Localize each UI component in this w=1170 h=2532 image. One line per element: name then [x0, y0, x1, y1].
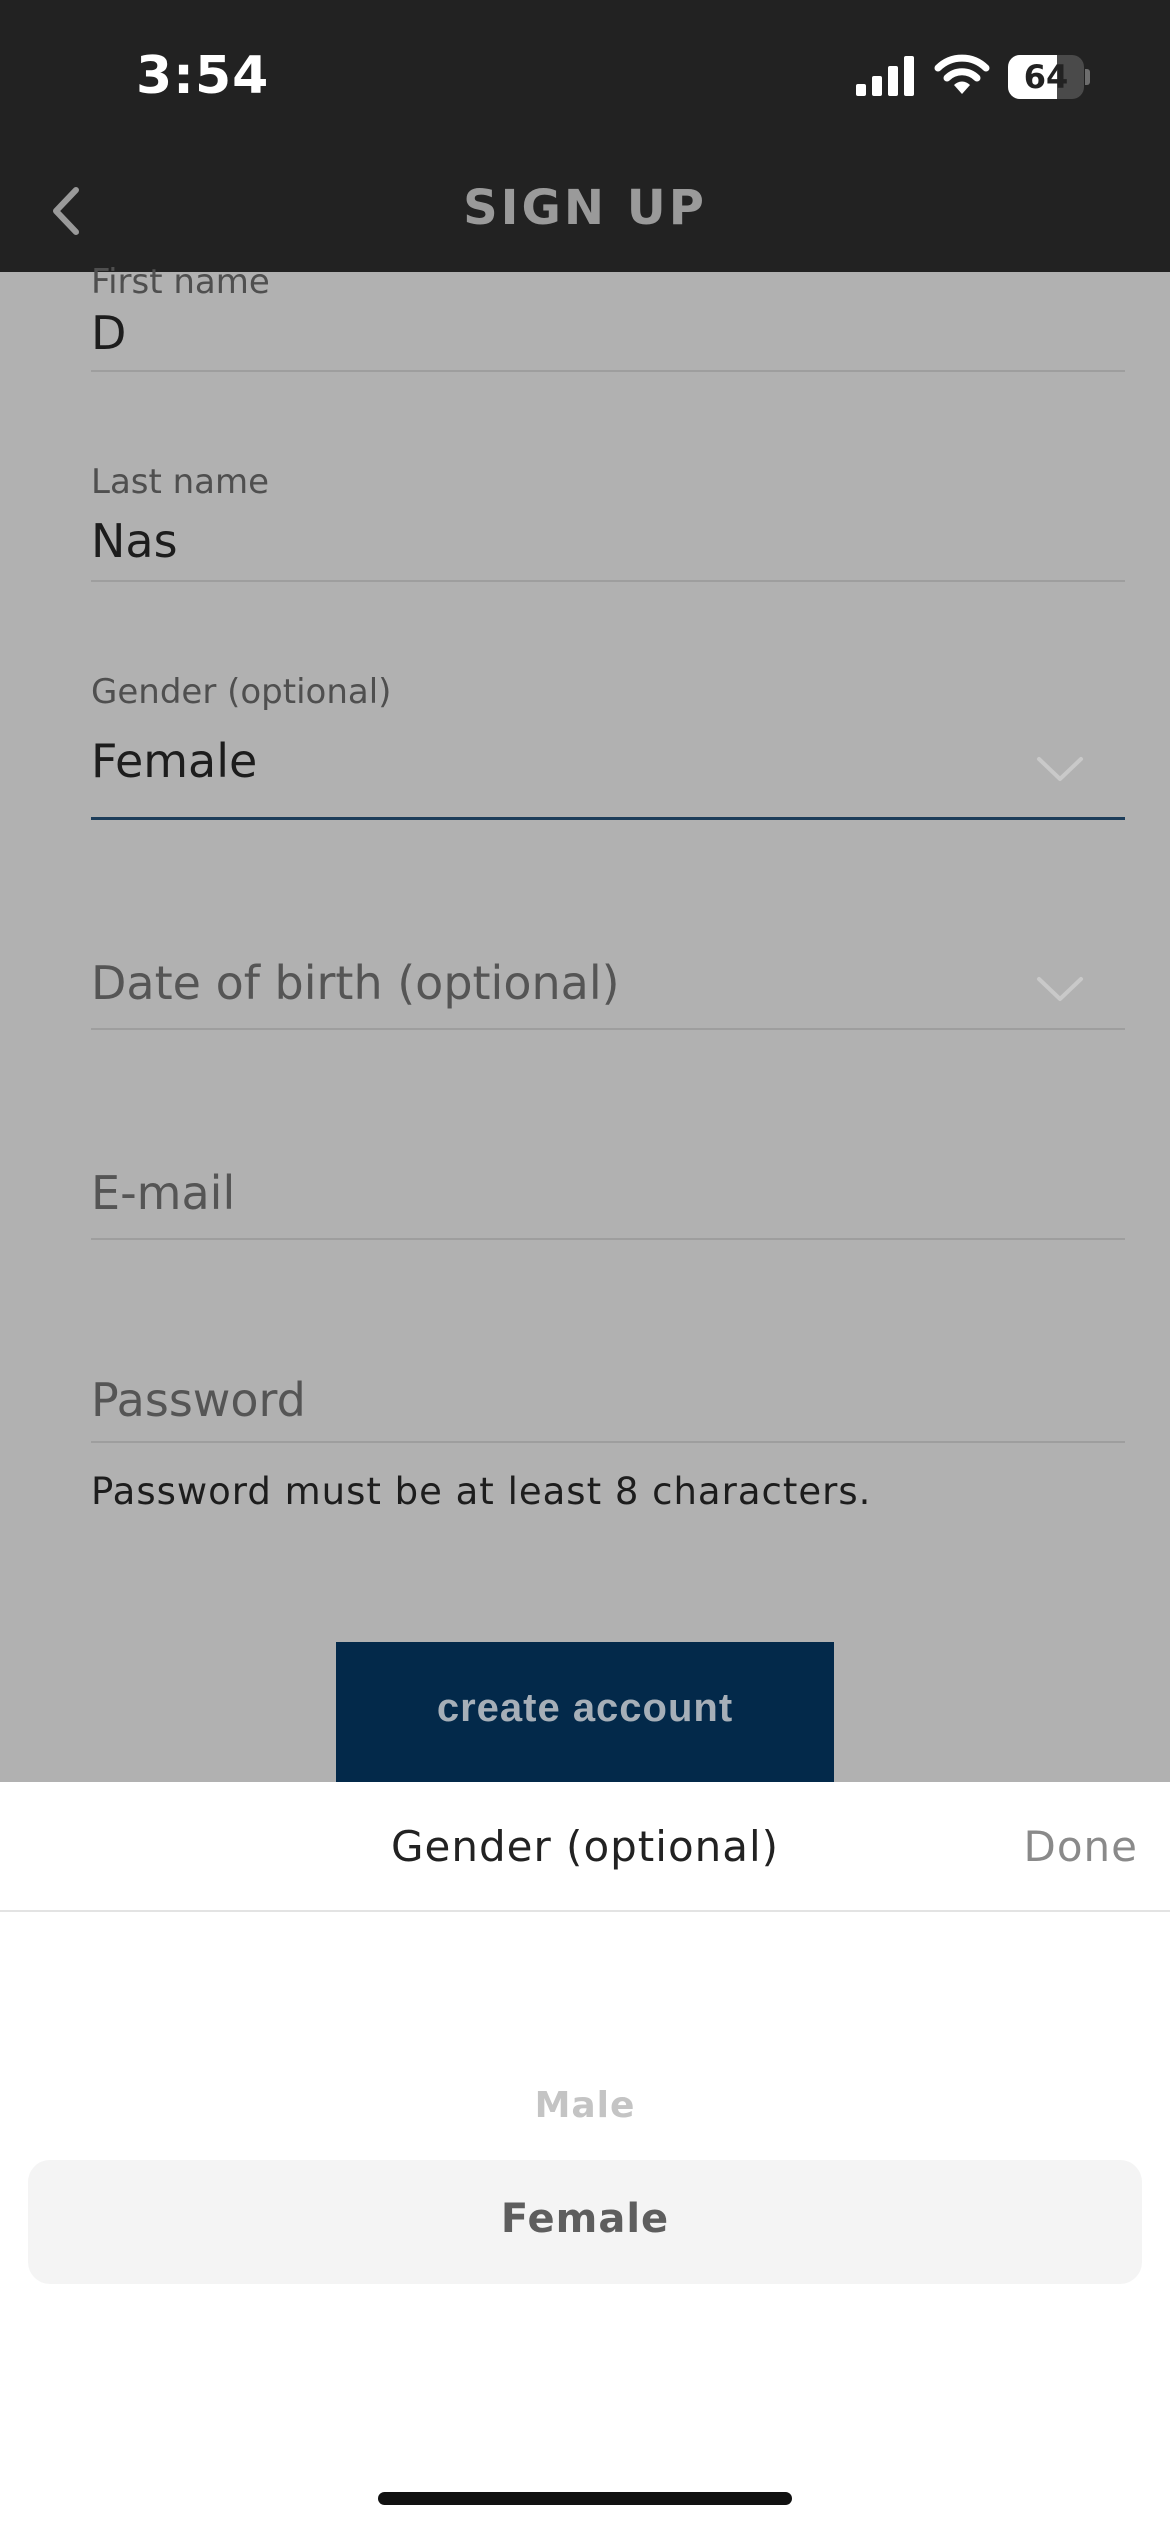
email-field[interactable]: E-mail — [91, 1122, 1125, 1240]
battery-icon: 64 — [1008, 55, 1084, 99]
gender-select[interactable]: Gender (optional) Female — [91, 672, 1125, 820]
picker-title: Gender (optional) — [390, 1822, 780, 1871]
last-name-label: Last name — [91, 462, 270, 502]
create-account-button[interactable]: create account — [336, 1642, 834, 1782]
password-hint: Password must be at least 8 characters. — [91, 1470, 872, 1513]
battery-cap — [1085, 69, 1090, 85]
password-placeholder: Password — [91, 1373, 306, 1427]
picker-selected-label: Female — [500, 2196, 670, 2242]
chevron-down-icon[interactable] — [1035, 974, 1085, 1004]
picker-option-male[interactable]: Male — [0, 2085, 1170, 2126]
gender-label: Gender (optional) — [91, 672, 392, 712]
first-name-value[interactable]: D — [91, 306, 126, 360]
home-indicator — [378, 2492, 792, 2505]
last-name-field[interactable]: Last name Nas — [91, 462, 1125, 582]
email-placeholder: E-mail — [91, 1166, 236, 1220]
password-field[interactable]: Password — [91, 1327, 1125, 1443]
gender-picker-sheet: Gender (optional) Done Male Female — [0, 1782, 1170, 2532]
done-button[interactable]: Done — [1024, 1822, 1139, 1871]
create-account-label: create account — [436, 1686, 734, 1730]
first-name-label: First name — [91, 262, 270, 302]
chevron-down-icon[interactable] — [1035, 754, 1085, 784]
battery-indicator: 64 — [1008, 55, 1090, 99]
cellular-signal-icon — [856, 56, 914, 96]
picker-option-female[interactable]: Female — [28, 2160, 1142, 2284]
first-name-field[interactable]: First name D — [91, 262, 1125, 372]
picker-header: Gender (optional) Done — [0, 1782, 1170, 1912]
last-name-value[interactable]: Nas — [91, 514, 178, 568]
gender-value[interactable]: Female — [91, 734, 257, 788]
status-bar: 3:54 64 — [0, 0, 1170, 150]
signup-form: First name D Last name Nas Gender (optio… — [45, 262, 1125, 1552]
status-time: 3:54 — [136, 46, 270, 106]
wifi-icon — [934, 54, 990, 94]
date-of-birth-select[interactable]: Date of birth (optional) — [91, 912, 1125, 1030]
battery-percent: 64 — [1023, 58, 1069, 96]
nav-bar: SIGN UP — [0, 150, 1170, 272]
page-title: SIGN UP — [463, 180, 707, 236]
date-of-birth-placeholder: Date of birth (optional) — [91, 956, 620, 1010]
